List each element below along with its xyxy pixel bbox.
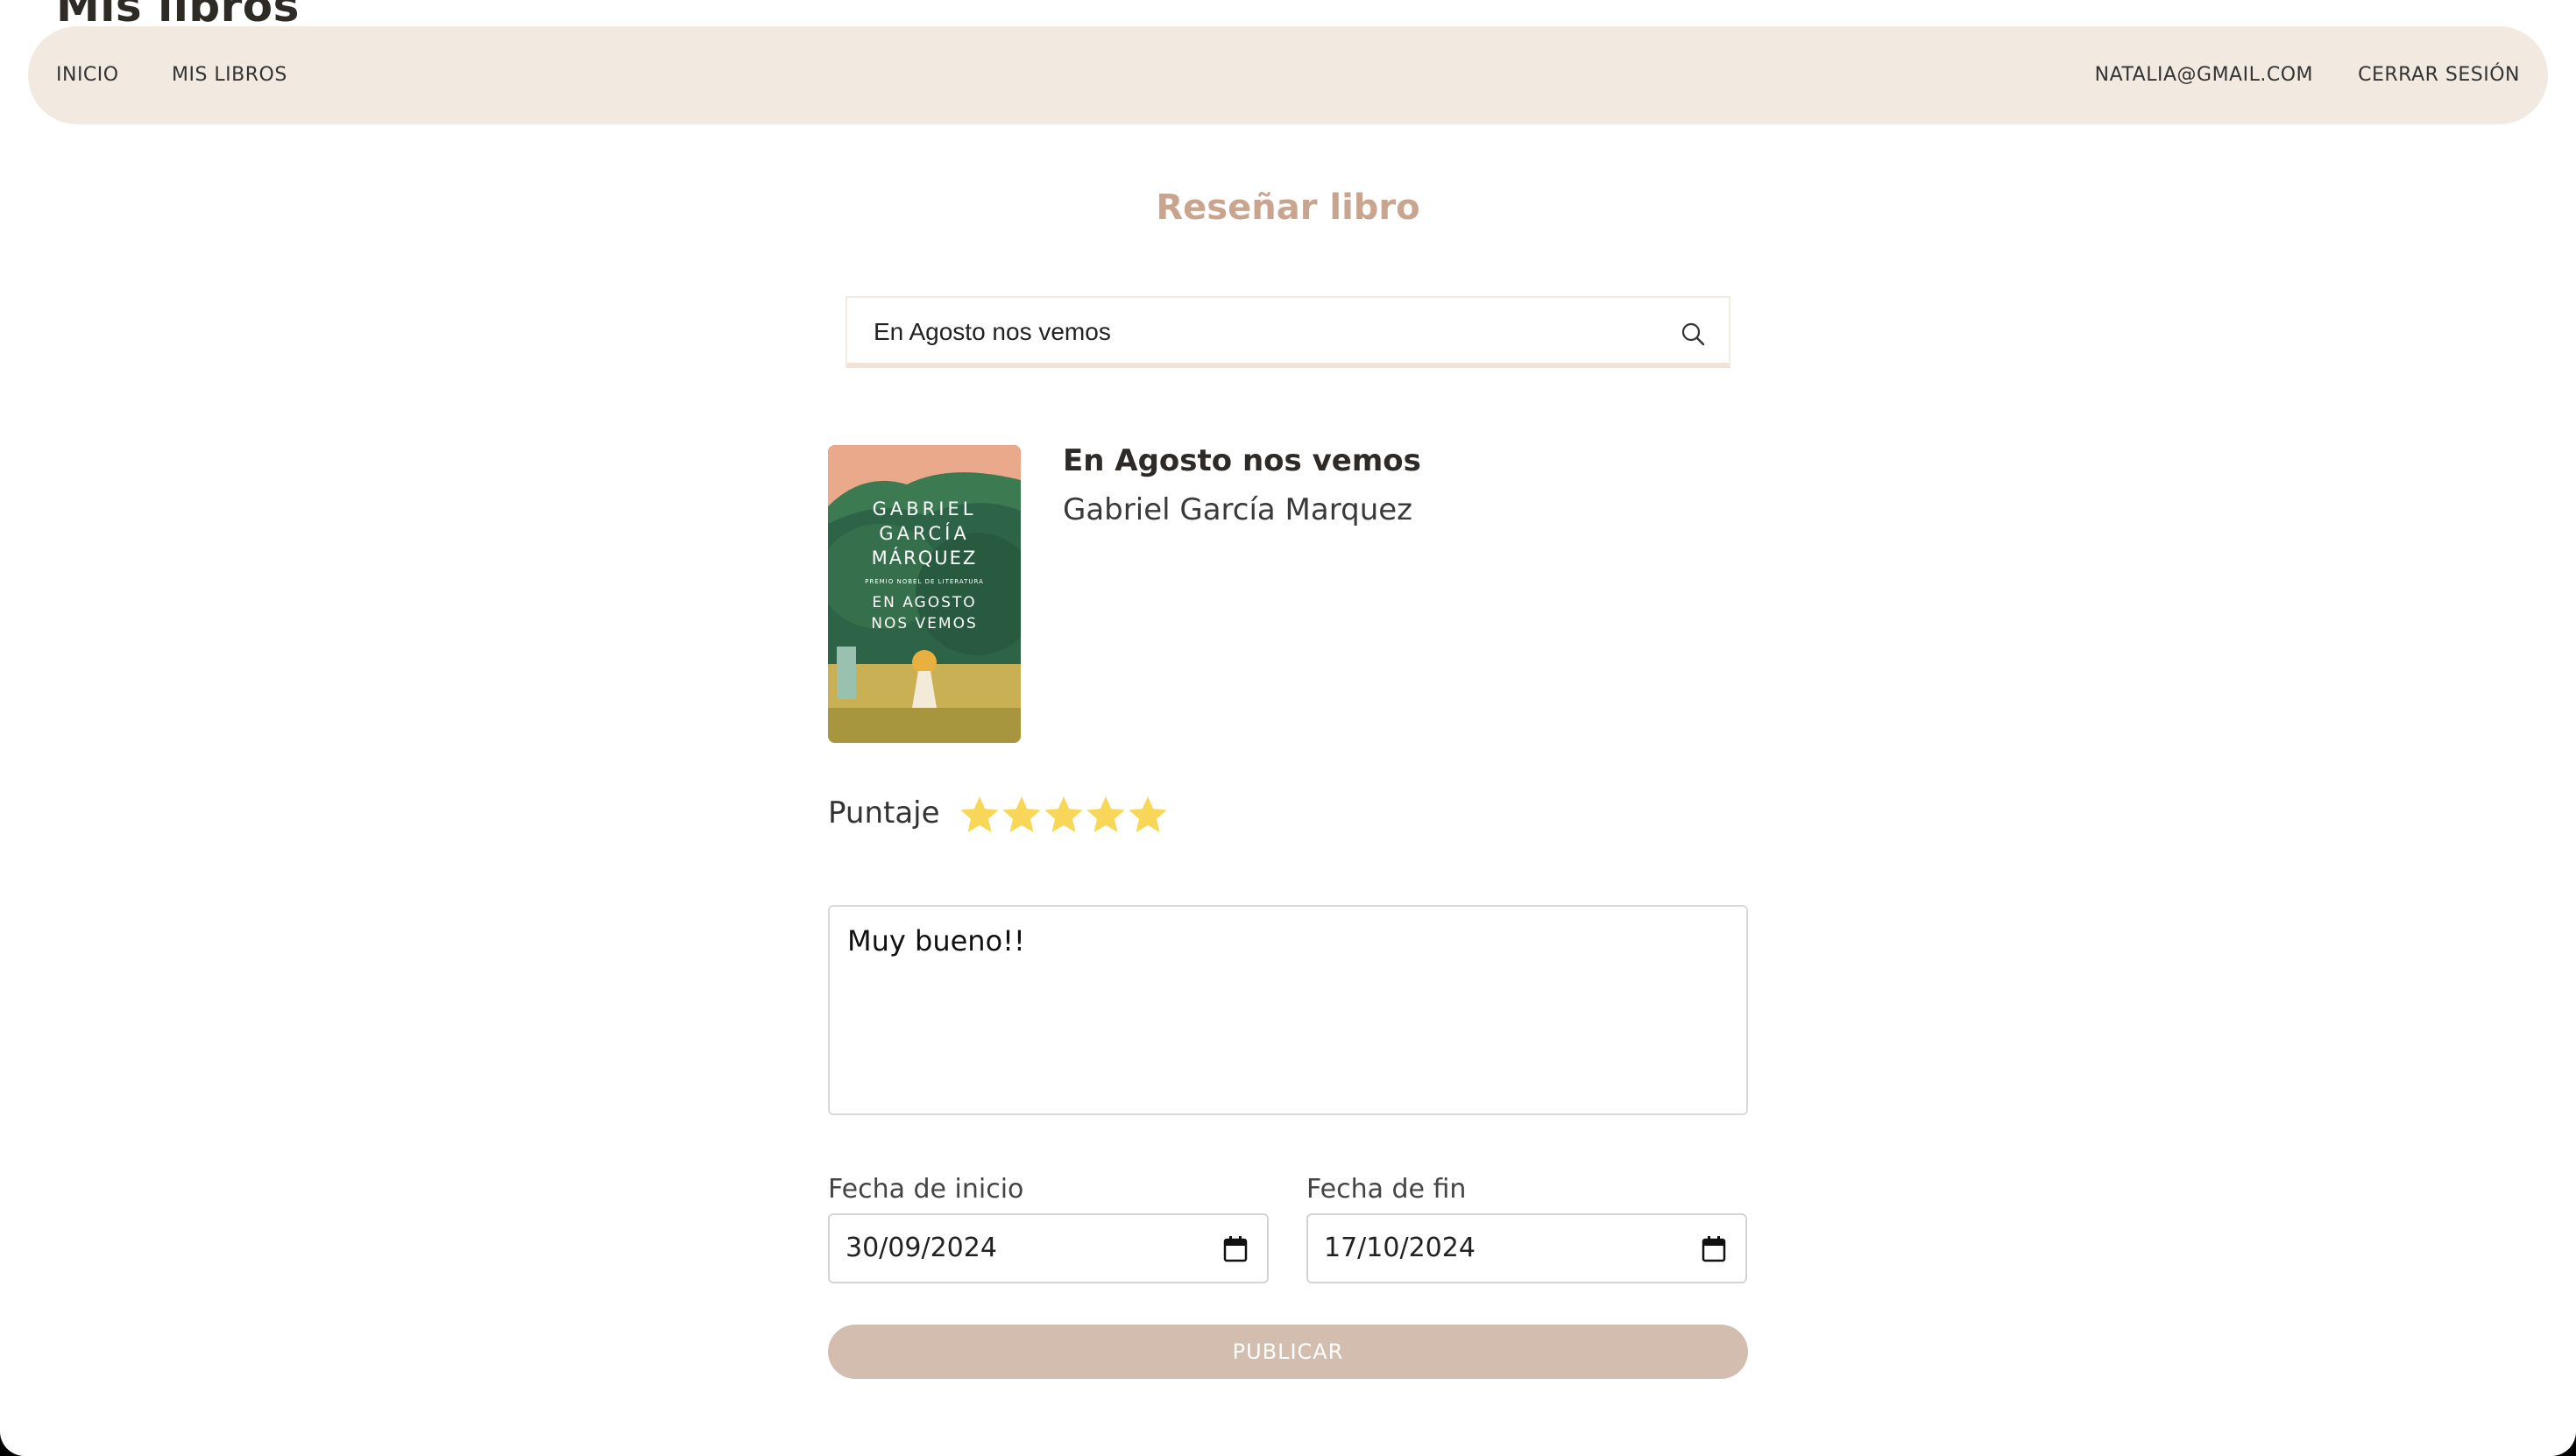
cover-title-line-1: EN AGOSTO bbox=[872, 594, 976, 611]
star-icon[interactable] bbox=[1001, 788, 1043, 841]
start-date-value: 30/09/2024 bbox=[846, 1233, 997, 1263]
search-input[interactable] bbox=[874, 310, 1645, 354]
nav-user-email[interactable]: NATALIA@GMAIL.COM bbox=[2095, 26, 2313, 124]
star-icon[interactable] bbox=[1085, 788, 1127, 841]
end-date-label: Fecha de fin bbox=[1306, 1174, 1467, 1205]
star-icon[interactable] bbox=[1127, 788, 1169, 841]
search-icon[interactable] bbox=[1680, 321, 1706, 347]
publish-button[interactable]: PUBLICAR bbox=[828, 1325, 1748, 1379]
calendar-icon[interactable] bbox=[1223, 1236, 1248, 1262]
search-box bbox=[846, 296, 1730, 368]
start-date-label: Fecha de inicio bbox=[828, 1174, 1024, 1205]
rating-label: Puntaje bbox=[828, 795, 940, 830]
review-textarea[interactable]: Muy bueno!! bbox=[828, 905, 1748, 1115]
rating-stars bbox=[959, 788, 1169, 841]
star-icon[interactable] bbox=[1043, 788, 1085, 841]
book-cover-image: GABRIEL GARCÍA MÁRQUEZ PREMIO NOBEL DE L… bbox=[828, 445, 1021, 743]
book-title: En Agosto nos vemos bbox=[1063, 443, 1421, 478]
page: Mis libros INICIO MIS LIBROS NATALIA@GMA… bbox=[0, 0, 2576, 1456]
cover-author-line-1: GABRIEL bbox=[873, 498, 977, 519]
cover-award: PREMIO NOBEL DE LITERATURA bbox=[865, 578, 984, 585]
end-date-value: 17/10/2024 bbox=[1324, 1233, 1476, 1263]
navbar: INICIO MIS LIBROS NATALIA@GMAIL.COM CERR… bbox=[28, 26, 2548, 124]
star-icon[interactable] bbox=[959, 788, 1001, 841]
book-author: Gabriel García Marquez bbox=[1063, 492, 1413, 527]
nav-logout-link[interactable]: CERRAR SESIÓN bbox=[2358, 26, 2520, 124]
calendar-icon[interactable] bbox=[1702, 1236, 1726, 1262]
start-date-input[interactable]: 30/09/2024 bbox=[828, 1213, 1269, 1283]
nav-link-mis-libros[interactable]: MIS LIBROS bbox=[172, 26, 287, 124]
page-title: Reseñar libro bbox=[1156, 187, 1420, 228]
nav-link-inicio[interactable]: INICIO bbox=[56, 26, 119, 124]
cover-title-line-2: NOS VEMOS bbox=[871, 615, 978, 633]
cover-author-line-2: GARCÍA bbox=[879, 522, 969, 544]
end-date-input[interactable]: 17/10/2024 bbox=[1306, 1213, 1747, 1283]
cover-author-line-3: MÁRQUEZ bbox=[872, 547, 978, 569]
